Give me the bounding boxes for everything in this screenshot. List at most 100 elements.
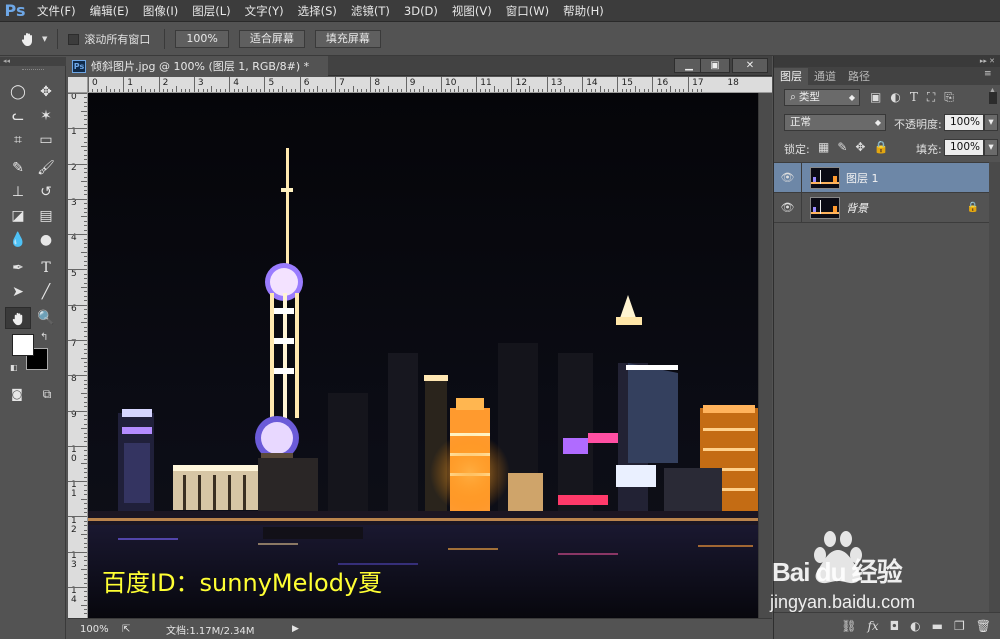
toolbox-collapse-icon[interactable]: ◂◂ xyxy=(0,57,66,66)
lasso-tool-icon[interactable]: ᓚ xyxy=(5,105,31,127)
filter-type-icon[interactable]: T xyxy=(910,90,918,105)
horizontal-ruler[interactable]: 0 1 2 3 4 5 6 7 8 9 10 11 12 13 14 15 16 17 18 xyxy=(88,77,772,93)
ruler-origin[interactable] xyxy=(68,77,88,93)
scroll-all-windows-checkbox[interactable] xyxy=(68,33,80,45)
lock-all-icon[interactable]: 🔒 xyxy=(873,140,888,154)
quick-mask-icon[interactable]: ◙ xyxy=(4,383,30,405)
blur-tool-icon[interactable]: 💧 xyxy=(5,229,31,251)
healing-brush-tool-icon[interactable]: ✎ xyxy=(5,157,31,179)
restore-icon[interactable]: ▣ xyxy=(700,58,730,73)
layer-filter-dropdown[interactable]: ⌕ 类型 ◆ xyxy=(784,89,860,106)
lock-image-pixels-icon[interactable]: ✎ xyxy=(837,140,847,154)
screen-mode-icon[interactable]: ⧉ xyxy=(34,383,60,405)
zoom-tool-icon[interactable]: 🔍 xyxy=(33,307,59,329)
vertical-ruler[interactable]: 0 1 2 3 4 5 6 7 8 9 1 0 1 1 1 2 1 3 1 4 xyxy=(68,93,88,618)
menu-bar: Ps 文件(F) 编辑(E) 图像(I) 图层(L) 文字(Y) 选择(S) 滤镜(T) 3D… xyxy=(0,0,1000,22)
swap-colors-icon[interactable]: ↰ xyxy=(40,332,48,343)
dodge-tool-icon[interactable]: ● xyxy=(33,229,59,251)
ruler-tick-label: 1 0 xyxy=(71,445,77,464)
new-layer-icon[interactable]: ❐ xyxy=(954,619,965,633)
pen-tool-icon[interactable]: ✒ xyxy=(5,257,31,279)
ruler-tick-label: 4 xyxy=(71,233,77,244)
magic-wand-tool-icon[interactable]: ✶ xyxy=(33,105,59,127)
ruler-tick-label: 0 xyxy=(71,93,77,102)
status-menu-arrow-icon[interactable]: ▶ xyxy=(292,624,299,634)
vertical-scrollbar[interactable] xyxy=(758,93,772,618)
panel-menu-icon[interactable]: ≡ xyxy=(984,69,992,79)
export-icon[interactable]: ⇱ xyxy=(114,624,166,635)
filter-adjustment-icon[interactable]: ◐ xyxy=(890,90,900,105)
layer-style-fx-icon[interactable]: fx xyxy=(867,619,878,633)
filter-smart-object-icon[interactable]: ⎘ xyxy=(944,90,954,105)
delete-layer-icon[interactable]: 🗑 xyxy=(976,619,991,633)
move-tool-icon[interactable]: ✥ xyxy=(33,81,59,103)
image-canvas[interactable]: 百度ID：sunnyMelody夏 xyxy=(88,93,758,618)
fill-screen-button[interactable]: 填充屏幕 xyxy=(314,30,381,48)
panel-collapse-icon[interactable]: ▸▸ ✕ xyxy=(774,56,1000,67)
zoom-100-button[interactable]: 100% xyxy=(175,30,229,48)
marquee-tool-icon[interactable]: ◯ xyxy=(5,81,31,103)
add-mask-icon[interactable]: ◘ xyxy=(890,619,900,633)
blend-mode-dropdown[interactable]: 正常 ◆ xyxy=(784,114,886,131)
ruler-tick-label: 16 xyxy=(656,78,669,88)
fill-input[interactable]: 100% xyxy=(944,139,984,156)
menu-item[interactable]: 滤镜(T) xyxy=(344,0,397,22)
status-zoom[interactable]: 100% xyxy=(68,624,114,635)
menu-item[interactable]: 文件(F) xyxy=(30,0,83,22)
menu-item[interactable]: 窗口(W) xyxy=(499,0,556,22)
opacity-input[interactable]: 100% xyxy=(944,114,984,131)
layer-lock-icon: 🔒 xyxy=(966,202,979,213)
eraser-tool-icon[interactable]: ◪ xyxy=(5,205,31,227)
filter-pixel-icon[interactable]: ▣ xyxy=(870,90,881,105)
visibility-eye-icon[interactable]: 👁 xyxy=(774,162,802,193)
filter-shape-icon[interactable]: ⛶ xyxy=(927,90,935,105)
menu-item[interactable]: 帮助(H) xyxy=(556,0,611,22)
lock-transparent-pixels-icon[interactable]: ▦ xyxy=(818,140,829,154)
adjustment-layer-icon[interactable]: ◐ xyxy=(910,619,920,633)
path-selection-tool-icon[interactable]: ➤ xyxy=(5,281,31,303)
panel-tab[interactable]: 图层 xyxy=(774,68,808,85)
clone-stamp-tool-icon[interactable]: ⊥ xyxy=(5,181,31,203)
brush-tool-icon[interactable]: 🖌 xyxy=(33,157,59,179)
menu-item[interactable]: 3D(D) xyxy=(397,0,445,22)
layer-name[interactable]: 图层 1 xyxy=(846,170,879,186)
menu-item[interactable]: 图层(L) xyxy=(185,0,237,22)
layers-scrollbar[interactable] xyxy=(989,162,1000,612)
ruler-tick-label: 13 xyxy=(550,78,563,88)
panel-tab[interactable]: 路径 xyxy=(842,68,876,85)
menu-item[interactable]: 文字(Y) xyxy=(238,0,291,22)
hand-tool-icon[interactable] xyxy=(5,307,31,329)
gradient-tool-icon[interactable]: ▤ xyxy=(33,205,59,227)
photoshop-logo: Ps xyxy=(4,1,26,20)
hand-tool-preset-icon[interactable] xyxy=(14,28,42,50)
foreground-color-swatch[interactable] xyxy=(12,334,34,356)
close-icon[interactable]: ✕ xyxy=(732,58,768,73)
history-brush-tool-icon[interactable]: ↺ xyxy=(33,181,59,203)
toolbox: ◂◂ ◯ ✥ ᓚ ✶ ⌗ ▭ ✎ 🖌 ⊥ ↺ ◪ ▤ 💧 ● ✒ T ➤ ╱ 🔍… xyxy=(0,57,66,639)
fill-slider-arrow-icon[interactable]: ▾ xyxy=(984,139,998,156)
default-colors-icon[interactable]: ◧ xyxy=(10,363,18,372)
link-layers-icon[interactable]: ⛓ xyxy=(841,619,856,633)
crop-tool-icon[interactable]: ⌗ xyxy=(5,129,31,151)
menu-item[interactable]: 图像(I) xyxy=(136,0,185,22)
menu-items: 文件(F) 编辑(E) 图像(I) 图层(L) 文字(Y) 选择(S) 滤镜(T) 3D(D)… xyxy=(30,0,611,22)
lock-position-icon[interactable]: ✥ xyxy=(855,140,865,154)
menu-item[interactable]: 视图(V) xyxy=(445,0,499,22)
panel-tab[interactable]: 通道 xyxy=(808,68,842,85)
opacity-slider-arrow-icon[interactable]: ▾ xyxy=(984,114,998,131)
layer-row[interactable]: 👁 图层 1 xyxy=(774,162,989,193)
document-tab[interactable]: Ps 倾斜图片.jpg @ 100% (图层 1, RGB/8#) * xyxy=(68,56,328,76)
fit-screen-button[interactable]: 适合屏幕 xyxy=(238,30,305,48)
line-tool-icon[interactable]: ╱ xyxy=(33,281,59,303)
new-group-icon[interactable]: ▬ xyxy=(932,619,943,633)
visibility-eye-icon[interactable]: 👁 xyxy=(774,192,802,223)
scroll-all-windows-label: 滚动所有窗口 xyxy=(84,33,151,46)
ruler-tool-icon[interactable]: ▭ xyxy=(33,129,59,151)
type-tool-icon[interactable]: T xyxy=(33,257,59,279)
menu-item[interactable]: 编辑(E) xyxy=(83,0,136,22)
layer-row[interactable]: 👁 背景 🔒 xyxy=(774,192,989,223)
layer-name[interactable]: 背景 xyxy=(846,200,868,216)
tool-preset-dropdown-icon[interactable]: ▼ xyxy=(42,35,47,43)
menu-item[interactable]: 选择(S) xyxy=(291,0,344,22)
filter-toggle[interactable] xyxy=(989,92,997,104)
